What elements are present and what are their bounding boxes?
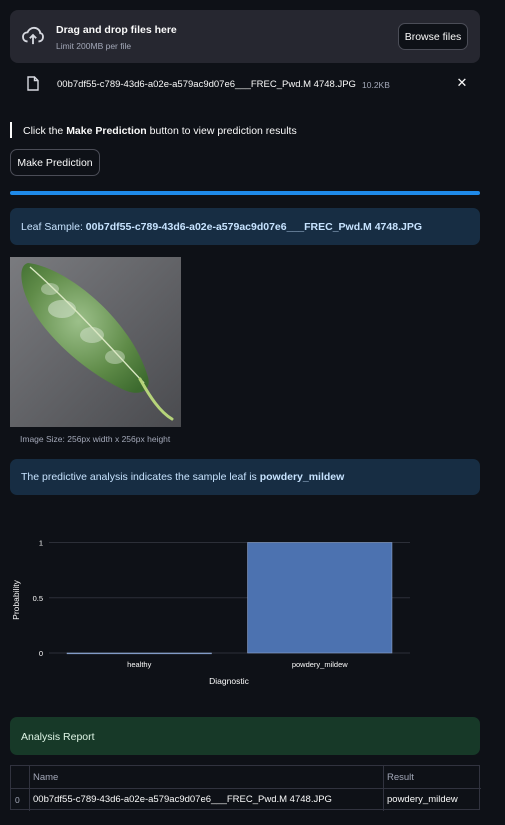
- bar-healthy: [66, 652, 212, 655]
- dropzone-limit: Limit 200MB per file: [56, 41, 132, 51]
- chart-x-ticks: healthy powdery_mildew: [127, 660, 348, 669]
- progress-bar: [10, 191, 480, 195]
- uploaded-file-name: 00b7df55-c789-43d6-a02e-a579ac9d07e6___F…: [57, 79, 356, 90]
- leaf-image: [10, 257, 181, 427]
- bar-powdery_mildew: [247, 542, 393, 654]
- instruction-bar: [10, 122, 12, 138]
- progress-fill: [10, 191, 480, 195]
- table-cell: 00b7df55-c789-43d6-a02e-a579ac9d07e6___F…: [33, 794, 332, 805]
- browse-files-button[interactable]: Browse files: [398, 23, 468, 50]
- x-tick-label: powdery_mildew: [292, 660, 348, 669]
- chart-x-label: Diagnostic: [209, 676, 249, 686]
- probability-bar-chart: 00.51 healthy powdery_mildew Diagnostic P…: [11, 539, 410, 686]
- leaf-sample-label: Leaf Sample: 00b7df55-c789-43d6-a02e-a57…: [21, 221, 422, 233]
- analysis-report-title: Analysis Report: [21, 731, 95, 743]
- table-header-cell[interactable]: Name: [33, 766, 381, 788]
- y-tick-label: 0: [39, 649, 43, 658]
- report-table[interactable]: Name Result 0 00b7df55-c789-43d6-a02e-a579a…: [10, 765, 481, 811]
- table-border: [383, 766, 384, 811]
- y-tick-label: 0.5: [33, 594, 43, 603]
- x-tick-label: healthy: [127, 660, 151, 669]
- table-header-cell[interactable]: Result: [387, 766, 479, 788]
- table-row-index: 0: [15, 794, 20, 805]
- make-prediction-button[interactable]: Make Prediction: [10, 149, 100, 176]
- table-header-cell[interactable]: [15, 766, 27, 788]
- file-icon: [27, 76, 39, 91]
- uploaded-file-size: 10.2KB: [362, 80, 390, 90]
- instruction-text: Click the Make Prediction button to view…: [23, 125, 297, 137]
- dropzone-title: Drag and drop files here: [56, 24, 177, 36]
- remove-file-icon[interactable]: ✕: [455, 76, 469, 90]
- y-tick-label: 1: [39, 539, 43, 548]
- table-border: [29, 766, 30, 811]
- table-cell: powdery_mildew: [387, 794, 458, 805]
- chart-y-ticks: 00.51: [33, 539, 43, 658]
- chart-y-label: Probability: [11, 579, 21, 619]
- cloud-upload-icon: [22, 26, 44, 45]
- prediction-text: The predictive analysis indicates the sa…: [21, 471, 345, 483]
- image-caption: Image Size: 256px width x 256px height: [20, 434, 171, 444]
